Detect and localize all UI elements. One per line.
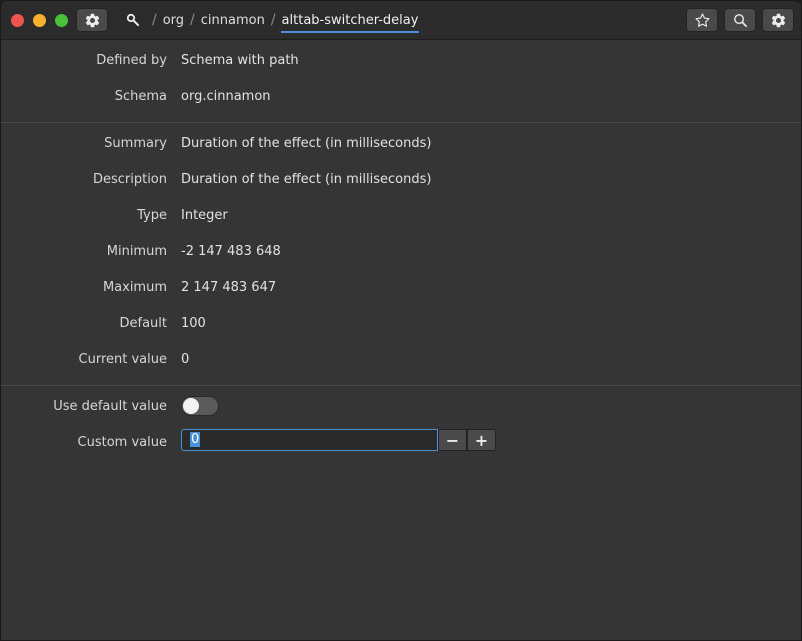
- detail-label: Description: [92, 172, 167, 187]
- section-divider: [1, 385, 801, 386]
- use-default-switch[interactable]: [181, 396, 219, 416]
- app-window: / org / cinnamon / alttab-switcher-delay: [0, 0, 802, 641]
- detail-value: Duration of the effect (in milliseconds): [181, 172, 432, 187]
- detail-label: Type: [137, 208, 167, 223]
- close-window-button[interactable]: [11, 14, 24, 27]
- detail-label: Maximum: [102, 280, 167, 295]
- custom-value-row: Custom value 0 − +: [1, 429, 801, 455]
- detail-label: Summary: [104, 136, 167, 151]
- detail-value: Integer: [181, 208, 228, 223]
- root-path-icon[interactable]: [125, 12, 141, 28]
- detail-label: Schema: [114, 89, 167, 104]
- key-details: Defined by Schema with path Schema org.c…: [1, 40, 801, 640]
- detail-value: 100: [181, 316, 206, 331]
- detail-value: Duration of the effect (in milliseconds): [181, 136, 432, 151]
- detail-value: 0: [181, 352, 190, 367]
- app-menu-button[interactable]: [76, 8, 108, 32]
- gear-icon: [85, 13, 99, 27]
- search-icon: [733, 13, 747, 27]
- detail-row-defined-by: Defined by Schema with path: [1, 53, 801, 73]
- detail-value: 2 147 483 647: [181, 280, 277, 295]
- increment-button[interactable]: +: [467, 429, 496, 451]
- detail-row-type: Type Integer: [1, 208, 801, 228]
- detail-label: Minimum: [106, 244, 167, 259]
- detail-label: Default: [119, 316, 168, 331]
- maximize-window-button[interactable]: [55, 14, 68, 27]
- switch-knob: [183, 398, 199, 414]
- path-separator: /: [152, 12, 157, 28]
- settings-button[interactable]: [762, 8, 794, 32]
- decrement-button[interactable]: −: [438, 429, 467, 451]
- detail-value: org.cinnamon: [181, 89, 271, 104]
- bookmark-button[interactable]: [686, 8, 718, 32]
- detail-row-maximum: Maximum 2 147 483 647: [1, 280, 801, 300]
- path-separator: /: [190, 12, 195, 28]
- path-bar: / org / cinnamon / alttab-switcher-delay: [125, 1, 420, 39]
- custom-value-label: Custom value: [77, 435, 167, 450]
- path-separator: /: [270, 12, 276, 28]
- minimize-window-button[interactable]: [33, 14, 46, 27]
- path-segment-org[interactable]: org: [162, 13, 185, 28]
- header-bar: / org / cinnamon / alttab-switcher-delay: [1, 1, 801, 40]
- custom-value-text: 0: [190, 432, 201, 447]
- path-segment-current-key[interactable]: alttab-switcher-delay: [280, 13, 420, 33]
- path-segment-cinnamon[interactable]: cinnamon: [200, 13, 266, 28]
- custom-value-input[interactable]: 0: [181, 429, 438, 451]
- use-default-row: Use default value: [1, 396, 801, 419]
- detail-value: -2 147 483 648: [181, 244, 281, 259]
- use-default-label: Use default value: [53, 399, 167, 414]
- detail-row-description: Description Duration of the effect (in m…: [1, 172, 801, 192]
- detail-label: Defined by: [96, 53, 167, 68]
- detail-value: Schema with path: [181, 53, 299, 68]
- detail-row-current-value: Current value 0: [1, 352, 801, 372]
- detail-row-minimum: Minimum -2 147 483 648: [1, 244, 801, 264]
- detail-label: Current value: [78, 352, 167, 367]
- search-button[interactable]: [724, 8, 756, 32]
- detail-row-schema: Schema org.cinnamon: [1, 89, 801, 109]
- gear-icon: [771, 13, 785, 27]
- star-icon: [694, 12, 710, 27]
- section-divider: [1, 122, 801, 123]
- detail-row-summary: Summary Duration of the effect (in milli…: [1, 136, 801, 156]
- detail-row-default: Default 100: [1, 316, 801, 336]
